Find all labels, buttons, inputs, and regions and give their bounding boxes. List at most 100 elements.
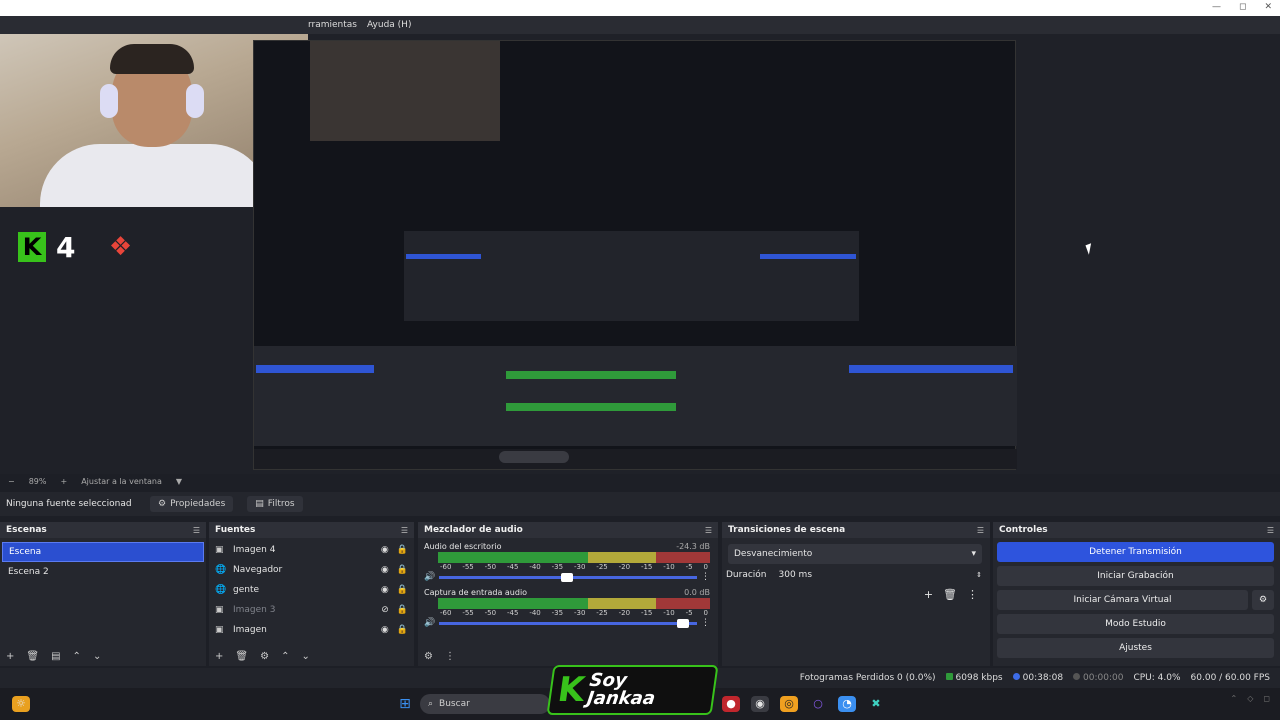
transitions-title: Transiciones de escena bbox=[728, 525, 846, 535]
trash-icon[interactable]: 🗑 bbox=[26, 651, 39, 662]
meter-tick-label: -5 bbox=[685, 609, 693, 617]
zoom-in-button[interactable]: + bbox=[60, 477, 67, 486]
studio-mode-button[interactable]: Modo Estudio bbox=[997, 614, 1274, 634]
volume-slider[interactable] bbox=[439, 618, 697, 628]
lock-icon[interactable]: 🔒 bbox=[397, 545, 408, 555]
add-icon[interactable]: + bbox=[924, 588, 933, 601]
speaker-icon[interactable]: 🔊 bbox=[424, 618, 435, 628]
volume-knob[interactable] bbox=[677, 618, 690, 628]
chevron-up-icon[interactable]: ⌃ bbox=[1231, 694, 1238, 703]
properties-button[interactable]: ⚙ Propiedades bbox=[150, 496, 234, 512]
speaker-icon[interactable]: 🔊 bbox=[424, 572, 435, 582]
close-button[interactable]: ✕ bbox=[1264, 2, 1272, 12]
meter-tick-label: -60 bbox=[440, 563, 452, 571]
move-up-icon[interactable]: ⌃ bbox=[73, 651, 81, 662]
fit-dropdown-icon[interactable]: ▼ bbox=[176, 477, 182, 486]
app-red-icon[interactable]: ● bbox=[722, 696, 740, 712]
channel-menu-icon[interactable]: ⋮ bbox=[701, 618, 710, 628]
mixer-menu-icon[interactable]: ⋮ bbox=[445, 651, 455, 662]
meter-tick-label: -20 bbox=[618, 563, 631, 571]
dock-menu-icon[interactable]: ☰ bbox=[401, 526, 408, 535]
dropped-frames: Fotogramas Perdidos 0 (0.0%) bbox=[799, 673, 936, 683]
filters-button[interactable]: ▤ Filtros bbox=[247, 496, 303, 512]
menu-help[interactable]: Ayuda (H) bbox=[367, 20, 411, 30]
app-purple-icon[interactable]: ○ bbox=[809, 696, 827, 712]
advanced-audio-icon[interactable]: ⚙ bbox=[424, 651, 433, 662]
chrome-icon[interactable]: ◔ bbox=[838, 696, 856, 712]
search-placeholder: Buscar bbox=[439, 699, 470, 709]
meter-tick-label: 0 bbox=[703, 609, 708, 617]
image-icon: ▣ bbox=[215, 545, 224, 555]
lock-icon[interactable]: 🔒 bbox=[397, 625, 408, 635]
move-up-icon[interactable]: ⌃ bbox=[281, 651, 289, 662]
source-item[interactable]: ▣ Imagen ◉ 🔒 bbox=[209, 620, 414, 640]
taskbar-search[interactable]: ⌕ Buscar bbox=[420, 694, 550, 714]
gear-icon: ⚙ bbox=[158, 499, 167, 509]
meter-tick-label: -20 bbox=[618, 609, 631, 617]
lock-icon[interactable]: 🔒 bbox=[397, 565, 408, 575]
eye-icon[interactable]: ◉ bbox=[381, 585, 389, 595]
dock-menu-icon[interactable]: ☰ bbox=[977, 526, 984, 535]
fit-window-label[interactable]: Ajustar a la ventana bbox=[81, 477, 162, 486]
add-icon[interactable]: + bbox=[6, 651, 14, 662]
start-recording-button[interactable]: Iniciar Grabación bbox=[997, 566, 1274, 586]
lock-icon[interactable]: 🔒 bbox=[397, 605, 408, 615]
volume-knob[interactable] bbox=[561, 572, 574, 582]
start-virtual-camera-button[interactable]: Iniciar Cámara Virtual bbox=[997, 590, 1248, 610]
move-down-icon[interactable]: ⌄ bbox=[301, 651, 309, 662]
menu-tools[interactable]: rramientas bbox=[308, 20, 357, 30]
transition-menu-icon[interactable]: ⋮ bbox=[967, 588, 978, 601]
record-icon bbox=[1073, 673, 1081, 680]
weather-icon[interactable]: ☼ bbox=[12, 696, 30, 712]
dock-menu-icon[interactable]: ☰ bbox=[705, 526, 712, 535]
maximize-button[interactable]: ◻ bbox=[1239, 2, 1246, 12]
scene-item[interactable]: Escena bbox=[2, 542, 204, 562]
trash-icon[interactable]: 🗑 bbox=[943, 588, 957, 601]
audio-meter bbox=[438, 552, 710, 563]
network-icon[interactable]: ◇ bbox=[1247, 694, 1253, 703]
stop-streaming-button[interactable]: Detener Transmisión bbox=[997, 542, 1274, 562]
move-down-icon[interactable]: ⌄ bbox=[93, 651, 101, 662]
duration-field[interactable]: 300 ms bbox=[779, 570, 965, 580]
source-item[interactable]: 🌐 Navegador ◉ 🔒 bbox=[209, 560, 414, 580]
source-item[interactable]: ▣ Imagen 4 ◉ 🔒 bbox=[209, 540, 414, 560]
add-icon[interactable]: + bbox=[215, 651, 223, 662]
eye-icon[interactable]: ◉ bbox=[381, 565, 389, 575]
meter-tick-label: -40 bbox=[529, 563, 541, 571]
scene-item[interactable]: Escena 2 bbox=[2, 562, 204, 582]
meter-tick-label: -55 bbox=[462, 609, 474, 617]
eye-icon[interactable]: ◉ bbox=[381, 545, 389, 555]
logo-line2: Jankaa bbox=[585, 688, 657, 709]
sources-buttons: + 🗑 ⚙ ⌃ ⌄ bbox=[215, 651, 310, 662]
dock-menu-icon[interactable]: ☰ bbox=[193, 526, 200, 535]
lock-icon[interactable]: 🔒 bbox=[397, 585, 408, 595]
menu-bar: rramientas Ayuda (H) bbox=[0, 16, 1280, 34]
meter-tick-label: 0 bbox=[703, 563, 708, 571]
mouse-cursor-icon bbox=[1085, 243, 1095, 255]
trash-icon[interactable]: 🗑 bbox=[235, 651, 248, 662]
channel-menu-icon[interactable]: ⋮ bbox=[701, 572, 710, 582]
gear-icon[interactable]: ⚙ bbox=[260, 651, 269, 662]
eye-hidden-icon[interactable]: ⊘ bbox=[381, 605, 389, 615]
transition-select[interactable]: Desvanecimiento ▾ bbox=[728, 544, 982, 564]
volume-slider[interactable] bbox=[439, 572, 697, 582]
zoom-out-button[interactable]: − bbox=[8, 477, 15, 486]
preview-canvas[interactable]: K 4 ❖ bbox=[0, 34, 1280, 474]
windows-start-icon[interactable]: ⊞ bbox=[396, 696, 414, 712]
app-teal-icon[interactable]: ✖ bbox=[867, 696, 885, 712]
source-item[interactable]: 🌐 gente ◉ 🔒 bbox=[209, 580, 414, 600]
meter-tick-label: -45 bbox=[506, 563, 519, 571]
eye-icon[interactable]: ◉ bbox=[381, 625, 389, 635]
minimize-button[interactable]: — bbox=[1212, 2, 1221, 12]
notification-icon[interactable]: ◻ bbox=[1263, 694, 1270, 703]
source-item[interactable]: ▣ Imagen 3 ⊘ 🔒 bbox=[209, 600, 414, 620]
virtual-camera-settings-gear-icon[interactable]: ⚙ bbox=[1252, 590, 1274, 610]
app-orange-icon[interactable]: ◎ bbox=[780, 696, 798, 712]
globe-icon: 🌐 bbox=[215, 565, 227, 575]
filter-icon[interactable]: ▤ bbox=[51, 651, 60, 662]
duration-stepper-icon[interactable]: ⇕ bbox=[976, 571, 982, 579]
obs-icon[interactable]: ◉ bbox=[751, 696, 769, 712]
settings-button[interactable]: Ajustes bbox=[997, 638, 1274, 658]
overlay-k4: K 4 ❖ bbox=[18, 229, 155, 265]
dock-menu-icon[interactable]: ☰ bbox=[1267, 526, 1274, 535]
